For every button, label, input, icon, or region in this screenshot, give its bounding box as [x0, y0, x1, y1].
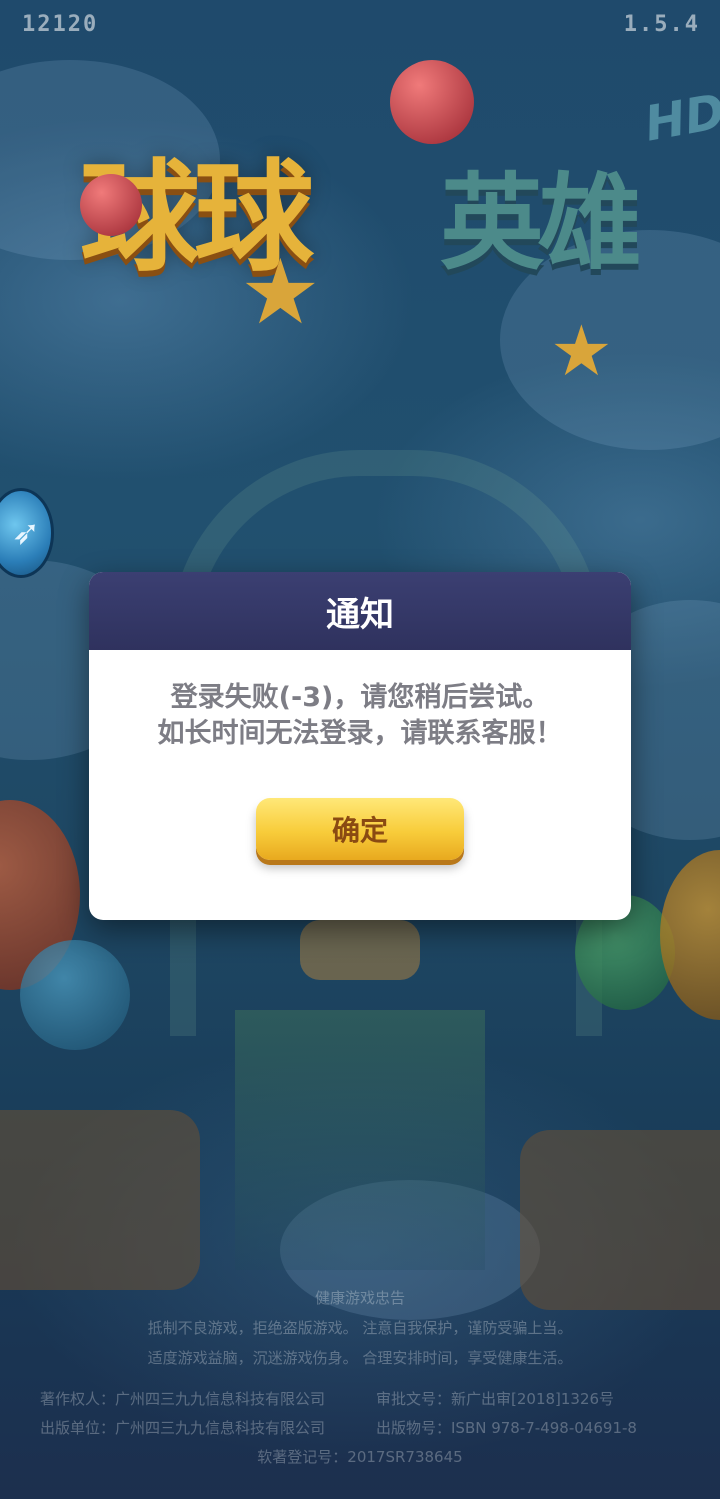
- copyright-owner: 著作权人：广州四三九九信息科技有限公司: [40, 1390, 326, 1408]
- green-path: [235, 1010, 485, 1270]
- dialog-header: 通知: [89, 572, 631, 650]
- logo-ball-small: [80, 174, 142, 236]
- software-registration: 软著登记号：2017SR738645: [257, 1448, 463, 1466]
- publisher: 出版单位：广州四三九九信息科技有限公司: [40, 1419, 326, 1437]
- health-notice-line1: 抵制不良游戏，拒绝盗版游戏。 注意自我保护，谨防受骗上当。: [147, 1319, 573, 1337]
- confirm-button[interactable]: 确定: [256, 798, 464, 860]
- star-icon: ★: [550, 310, 613, 392]
- dialog-title: 通知: [326, 594, 394, 635]
- logo-ball-red: [390, 60, 474, 144]
- version-label: 1.5.4: [623, 12, 700, 37]
- dialog-message: 登录失败(-3)，请您稍后尝试。 如长时间无法登录，请联系客服！: [89, 680, 631, 752]
- confirm-button-label: 确定: [331, 814, 388, 847]
- approval-number: 审批文号：新广出审[2018]1326号: [376, 1390, 615, 1408]
- notice-dialog: 通知 登录失败(-3)，请您稍后尝试。 如长时间无法登录，请联系客服！ 确定: [89, 572, 631, 920]
- shark-icon: ➶: [11, 513, 41, 553]
- game-logo: 球球 英雄 HD ★ ★: [80, 60, 720, 392]
- isbn-number: 出版物号：ISBN 978-7-498-04691-8: [376, 1419, 637, 1437]
- dialog-message-line1: 登录失败(-3)，请您稍后尝试。: [170, 682, 550, 713]
- logo-hd-badge: HD: [640, 83, 720, 153]
- score-counter: 12120: [22, 12, 99, 37]
- star-icon: ★: [240, 240, 321, 345]
- health-notice-title: 健康游戏忠告: [314, 1289, 405, 1307]
- logo-sub-text: 英雄: [440, 162, 642, 284]
- dialog-message-line2: 如长时间无法登录，请联系客服！: [157, 718, 563, 749]
- health-notice-line2: 适度游戏益脑，沉迷游戏伤身。 合理安排时间，享受健康生活。: [147, 1349, 573, 1367]
